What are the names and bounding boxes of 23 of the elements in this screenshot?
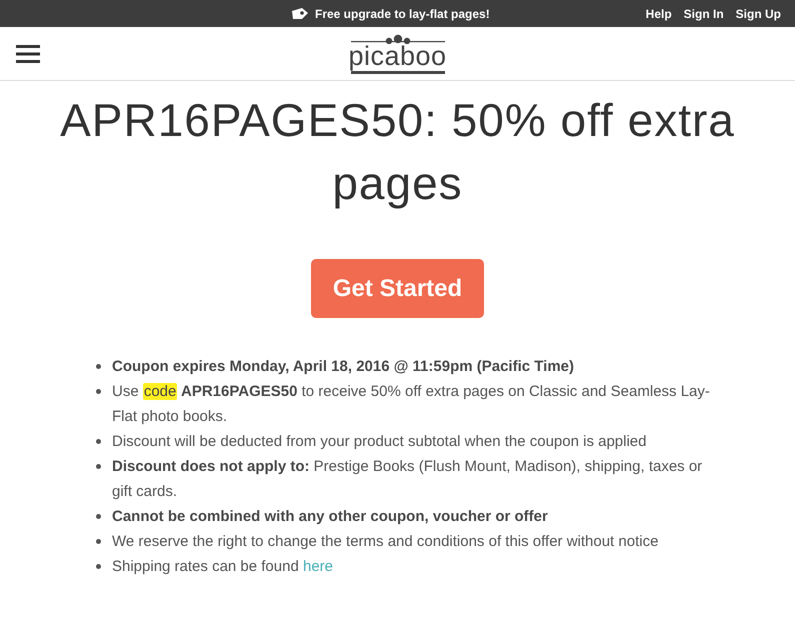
promo-text[interactable]: Free upgrade to lay-flat pages!	[315, 6, 490, 20]
terms-item: Cannot be combined with any other coupon, voucher or offer	[112, 507, 548, 527]
bullet-icon	[96, 389, 101, 394]
terms-item: Discount does not apply to: Prestige Books (Flush Mount, Madison), shipping, taxes or gift cards.	[112, 457, 704, 502]
terms-item: Use code APR16PAGES50 to receive 50% off extra pages on Classic and Seamless Lay-Flat photo books.	[112, 382, 711, 427]
top-link[interactable]: Sign In	[684, 6, 724, 20]
page-title: APR16PAGES50: 50% off extra pages	[59, 93, 736, 211]
top-link[interactable]: Sign Up	[736, 6, 781, 20]
bullet-icon	[96, 539, 101, 544]
terms-item: Discount will be deducted from your product subtotal when the coupon is applied	[112, 432, 646, 452]
bullet-icon	[96, 564, 101, 569]
menu-icon[interactable]	[16, 45, 40, 63]
tag-icon	[290, 6, 310, 20]
dots-icon	[350, 34, 444, 44]
bullet-icon	[96, 439, 101, 444]
terms-item: We reserve the right to change the terms and conditions of this offer without notice	[112, 532, 658, 552]
bullet-icon	[96, 514, 101, 519]
bullet-icon	[96, 464, 101, 469]
top-link[interactable]: Help	[646, 6, 672, 20]
bullet-icon	[96, 364, 101, 369]
logo[interactable]: picaboo	[350, 34, 444, 74]
terms-item: Coupon expires Monday, April 18, 2016 @ 11:59pm (Pacific Time)	[112, 357, 574, 377]
terms-item: Shipping rates can be found here	[112, 557, 334, 577]
